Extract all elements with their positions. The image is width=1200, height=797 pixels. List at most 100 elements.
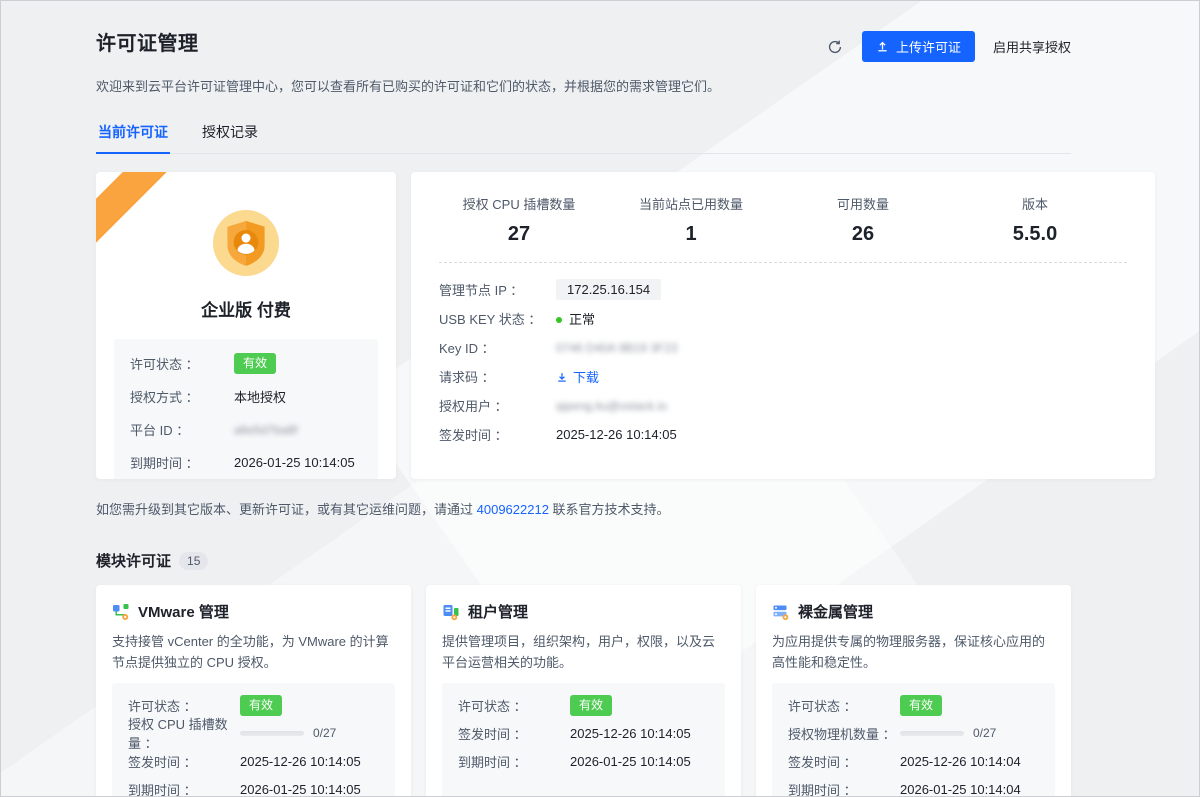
masked-platform-id: a6e5d7ba8f bbox=[234, 423, 297, 437]
upload-license-label: 上传许可证 bbox=[896, 37, 961, 56]
masked-auth-user: qipeng.liu@ostack.io bbox=[556, 399, 667, 413]
ip-value-tag: 172.25.16.154 bbox=[556, 279, 661, 300]
page-heading: 许可证管理 bbox=[96, 27, 199, 56]
license-overview: 企业版 付费 许可状态 ： 有效 授权方式 ： 本地授权 平台 ID ： a6e… bbox=[96, 172, 1071, 479]
stat-label: 可用数量 bbox=[783, 194, 943, 213]
page-title: 许可证管理 bbox=[96, 27, 199, 56]
page-header: 许可证管理 上传许可证 启用共享授权 bbox=[96, 27, 1071, 62]
field-license-status: 许可状态 ： 有效 bbox=[458, 691, 709, 719]
field-label: 许可状态 ： bbox=[458, 696, 570, 715]
module-fields: 许可状态 ： 有效 授权 CPU 插槽数量 ： 0/27 签发时间 ： 2025… bbox=[112, 683, 395, 797]
stat-label: 授权 CPU 插槽数量 bbox=[439, 194, 599, 213]
license-management-page: 许可证管理 上传许可证 启用共享授权 欢 bbox=[0, 0, 1200, 797]
field-value: 2025-12-26 10:14:05 bbox=[240, 754, 361, 769]
field-auth-mode: 授权方式 ： 本地授权 bbox=[130, 380, 362, 413]
field-label: 到期时间 ： bbox=[458, 752, 570, 771]
upload-license-button[interactable]: 上传许可证 bbox=[862, 31, 975, 62]
field-cpu-socket-quota: 授权 CPU 插槽数量 ： 0/27 bbox=[128, 719, 379, 747]
license-stats: 授权 CPU 插槽数量 27 当前站点已用数量 1 可用数量 26 版本 5.5… bbox=[439, 194, 1127, 246]
download-icon bbox=[556, 371, 568, 383]
field-label: 授权方式 ： bbox=[130, 387, 234, 406]
stat-cpu-sockets: 授权 CPU 插槽数量 27 bbox=[439, 194, 599, 246]
field-label: 许可状态 ： bbox=[788, 696, 900, 715]
tab-auth-records[interactable]: 授权记录 bbox=[200, 113, 260, 153]
tab-current-license[interactable]: 当前许可证 bbox=[96, 113, 170, 153]
masked-key-id: 0746 D40A 9B19 3F23 bbox=[556, 341, 677, 355]
field-key-id: Key ID ： 0746 D40A 9B19 3F23 bbox=[439, 333, 1127, 362]
field-value: 本地授权 bbox=[234, 387, 286, 406]
field-label: USB KEY 状态 ： bbox=[439, 309, 556, 328]
support-note-prefix: 如您需升级到其它版本、更新许可证，或有其它运维问题，请通过 bbox=[96, 502, 477, 517]
field-label: 到期时间 ： bbox=[128, 780, 240, 797]
quota-progress: 0/27 bbox=[900, 726, 996, 740]
baremetal-module-icon bbox=[772, 603, 790, 621]
field-usb-key-status: USB KEY 状态 ： 正常 bbox=[439, 304, 1127, 333]
status-text: 正常 bbox=[569, 312, 595, 327]
field-label: 到期时间 ： bbox=[130, 453, 234, 472]
support-phone-link[interactable]: 4009622212 bbox=[477, 502, 549, 517]
field-value: 2026-01-25 10:14:04 bbox=[900, 782, 1021, 797]
module-description: 支持接管 vCenter 的全功能，为 VMware 的计算节点提供独立的 CP… bbox=[112, 631, 395, 673]
field-label: 授权 CPU 插槽数量 ： bbox=[128, 714, 240, 752]
field-label: 签发时间 ： bbox=[788, 752, 900, 771]
status-badge: 有效 bbox=[570, 695, 612, 716]
field-expire-time: 到期时间 ： 2026-01-25 10:14:05 bbox=[130, 446, 362, 479]
field-request-code: 请求码 ： 下载 bbox=[439, 362, 1127, 391]
progress-text: 0/27 bbox=[313, 726, 336, 740]
field-value: 2025-12-26 10:14:05 bbox=[570, 726, 691, 741]
stat-label: 版本 bbox=[955, 194, 1115, 213]
usb-key-status: 正常 bbox=[556, 309, 595, 328]
stat-version: 版本 5.5.0 bbox=[955, 194, 1115, 246]
module-header: 租户管理 bbox=[442, 601, 725, 622]
field-platform-id: 平台 ID ： a6e5d7ba8f bbox=[130, 413, 362, 446]
module-card-baremetal: 裸金属管理 为应用提供专属的物理服务器，保证核心应用的高性能和稳定性。 许可状态… bbox=[756, 585, 1071, 797]
stat-label: 当前站点已用数量 bbox=[611, 194, 771, 213]
enable-shared-auth-button[interactable]: 启用共享授权 bbox=[993, 37, 1071, 56]
field-physical-machine-quota: 授权物理机数量 ： 0/27 bbox=[788, 719, 1039, 747]
field-mgmt-node-ip: 管理节点 IP ： 172.25.16.154 bbox=[439, 275, 1127, 304]
stat-value: 1 bbox=[611, 223, 771, 246]
header-actions: 上传许可证 启用共享授权 bbox=[826, 31, 1071, 62]
module-card-vmware: VMware 管理 支持接管 vCenter 的全功能，为 VMware 的计算… bbox=[96, 585, 411, 797]
field-label: 签发时间 ： bbox=[458, 724, 570, 743]
refresh-button[interactable] bbox=[826, 38, 844, 56]
module-title: VMware 管理 bbox=[138, 601, 229, 622]
module-header: VMware 管理 bbox=[112, 601, 395, 622]
field-value: 2026-01-25 10:14:05 bbox=[240, 782, 361, 797]
module-cards: VMware 管理 支持接管 vCenter 的全功能，为 VMware 的计算… bbox=[96, 585, 1071, 797]
status-badge: 有效 bbox=[900, 695, 942, 716]
support-note-suffix: 联系官方技术支持。 bbox=[549, 502, 670, 517]
tab-bar: 当前许可证 授权记录 bbox=[96, 113, 1071, 154]
license-detail-card: 授权 CPU 插槽数量 27 当前站点已用数量 1 可用数量 26 版本 5.5… bbox=[411, 172, 1155, 479]
tenant-module-icon bbox=[442, 603, 460, 621]
field-label: 授权用户 ： bbox=[439, 396, 556, 415]
edition-fields: 许可状态 ： 有效 授权方式 ： 本地授权 平台 ID ： a6e5d7ba8f… bbox=[114, 339, 378, 479]
status-badge: 有效 bbox=[240, 695, 282, 716]
field-label: 许可状态 ： bbox=[130, 354, 234, 373]
support-note: 如您需升级到其它版本、更新许可证，或有其它运维问题，请通过 4009622212… bbox=[96, 499, 1071, 518]
edition-name: 企业版 付费 bbox=[96, 296, 396, 321]
modules-section-header: 模块许可证 15 bbox=[96, 550, 1071, 571]
field-auth-user: 授权用户 ： qipeng.liu@ostack.io bbox=[439, 391, 1127, 420]
field-label: 到期时间 ： bbox=[788, 780, 900, 797]
field-label: 管理节点 IP ： bbox=[439, 280, 556, 299]
status-badge: 有效 bbox=[234, 353, 276, 374]
stat-value: 26 bbox=[783, 223, 943, 246]
progress-bar bbox=[240, 731, 304, 736]
module-card-tenant: 租户管理 提供管理项目，组织架构，用户，权限，以及云平台运营相关的功能。 许可状… bbox=[426, 585, 741, 797]
divider bbox=[439, 262, 1127, 263]
stat-available-count: 可用数量 26 bbox=[783, 194, 943, 246]
enterprise-shield-icon bbox=[213, 210, 279, 276]
field-license-status: 许可状态 ： 有效 bbox=[788, 691, 1039, 719]
upload-icon bbox=[876, 40, 889, 53]
modules-section-title: 模块许可证 bbox=[96, 550, 171, 571]
download-request-code-link[interactable]: 下载 bbox=[556, 367, 599, 386]
stat-value: 5.5.0 bbox=[955, 223, 1115, 246]
field-issue-time: 签发时间 ： 2025-12-26 10:14:05 bbox=[128, 747, 379, 775]
module-description: 提供管理项目，组织架构，用户，权限，以及云平台运营相关的功能。 bbox=[442, 631, 725, 673]
modules-count-badge: 15 bbox=[179, 552, 208, 570]
field-expire-time: 到期时间 ： 2026-01-25 10:14:05 bbox=[128, 775, 379, 797]
module-description: 为应用提供专属的物理服务器，保证核心应用的高性能和稳定性。 bbox=[772, 631, 1055, 673]
field-expire-time: 到期时间 ： 2026-01-25 10:14:04 bbox=[788, 775, 1039, 797]
module-title: 裸金属管理 bbox=[798, 601, 873, 622]
